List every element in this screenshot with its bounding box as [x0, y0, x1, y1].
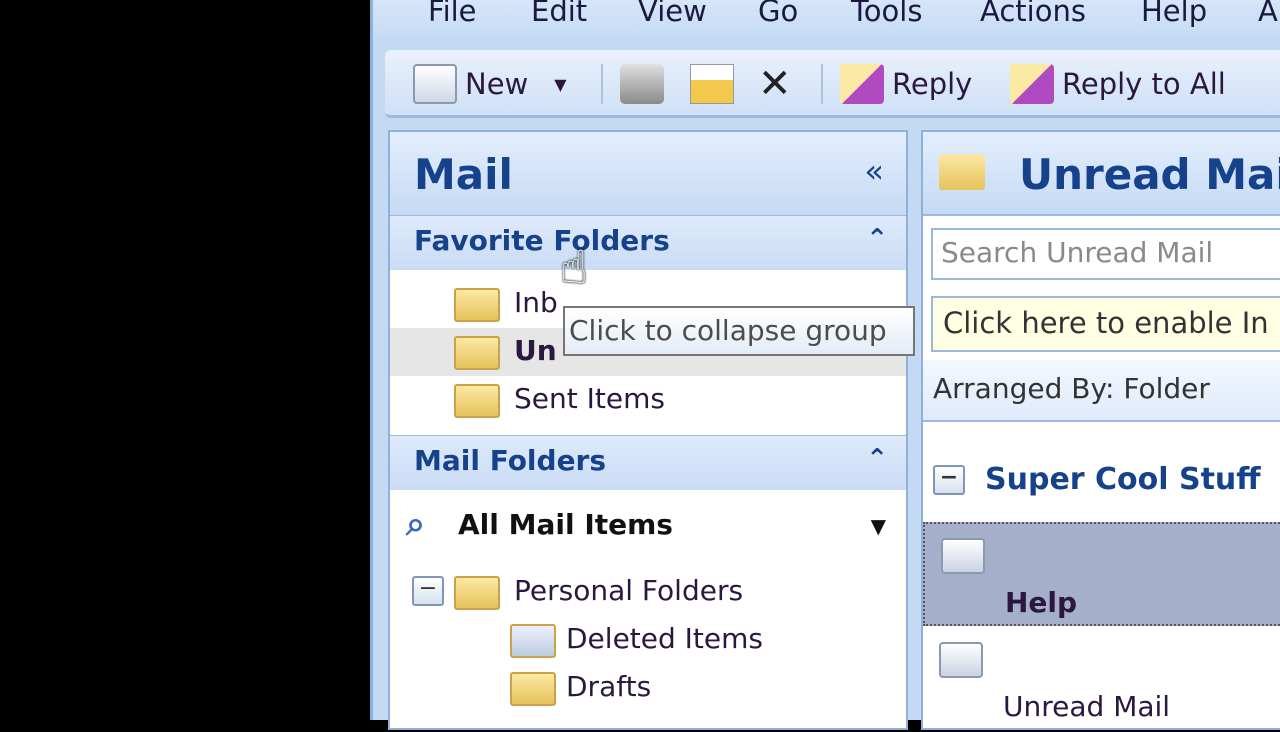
- search-folder-icon: [939, 154, 985, 190]
- message-subject: Unread Mail: [1003, 690, 1171, 723]
- nav-header: Mail «: [390, 132, 906, 216]
- tooltip: Click to collapse group: [563, 306, 915, 356]
- folder-label: Drafts: [566, 670, 652, 703]
- drafts-folder-icon: [510, 672, 556, 706]
- outlook-window: File Edit View Go Tools Actions Help A N…: [370, 0, 1280, 730]
- mail-folders-title: Mail Folders: [414, 444, 607, 477]
- folder-label: Inb: [514, 286, 558, 319]
- delete-x-icon: ✕: [758, 61, 792, 107]
- new-label: New: [465, 67, 529, 101]
- folder-header: Unread Mai: [923, 132, 1280, 216]
- move-button[interactable]: [690, 62, 734, 106]
- standard-toolbar: New ▼ ✕ Reply Reply to All: [385, 50, 1280, 118]
- printer-icon: [620, 64, 664, 104]
- favorite-folders-title: Favorite Folders: [414, 224, 670, 257]
- recycle-bin-icon: [510, 624, 556, 658]
- menu-edit[interactable]: Edit: [531, 0, 587, 28]
- instant-search-infobar[interactable]: Click here to enable In: [931, 296, 1280, 352]
- dropdown-arrow-icon[interactable]: ▼: [554, 75, 566, 94]
- unread-mail-icon: [939, 642, 983, 678]
- menu-file[interactable]: File: [428, 0, 477, 28]
- search-icon: ⌕: [406, 504, 426, 544]
- search-folder-icon: [454, 336, 500, 370]
- hand-cursor-icon: ☝: [560, 240, 589, 294]
- menu-tools[interactable]: Tools: [851, 0, 922, 28]
- folder-label: Deleted Items: [566, 622, 763, 655]
- favorite-folders-header[interactable]: Favorite Folders ⌃: [390, 216, 906, 270]
- menu-actions[interactable]: Actions: [980, 0, 1086, 28]
- menu-go[interactable]: Go: [758, 0, 798, 28]
- menu-bar: File Edit View Go Tools Actions Help A: [373, 0, 1280, 40]
- dropdown-arrow-icon[interactable]: ▼: [871, 514, 886, 538]
- folder-title: Unread Mai: [1019, 150, 1280, 199]
- menu-help[interactable]: Help: [1141, 0, 1207, 28]
- mail-folders-header[interactable]: Mail Folders ⌃: [390, 436, 906, 490]
- arranged-by-header[interactable]: Arranged By: Folder: [923, 360, 1280, 422]
- move-to-folder-icon: [690, 64, 734, 104]
- message-list-pane: Unread Mai Search Unread Mail Click here…: [921, 130, 1280, 730]
- all-mail-items-selector[interactable]: ⌕ All Mail Items ▼: [390, 490, 906, 560]
- personal-folders-icon: [454, 576, 500, 610]
- collapse-pane-button[interactable]: «: [864, 152, 884, 190]
- folder-label: Personal Folders: [514, 574, 744, 607]
- reply-icon: [840, 64, 884, 104]
- search-input[interactable]: Search Unread Mail: [931, 228, 1280, 280]
- all-mail-items-label: All Mail Items: [458, 508, 673, 541]
- message-row[interactable]: Unread Mail: [923, 628, 1280, 732]
- new-button[interactable]: New ▼: [413, 62, 567, 106]
- folder-label: Un: [514, 334, 557, 367]
- favorite-sent-items[interactable]: Sent Items: [390, 376, 906, 424]
- folder-label: Sent Items: [514, 382, 665, 415]
- navigation-pane: Mail « Favorite Folders ⌃ Inb Un Sent It…: [388, 130, 908, 730]
- inbox-folder-icon: [454, 288, 500, 322]
- menu-more[interactable]: A: [1258, 0, 1278, 28]
- tree-deleted-items[interactable]: Deleted Items: [390, 616, 906, 664]
- unread-mail-icon: [941, 538, 985, 574]
- reply-all-label: Reply to All: [1062, 67, 1226, 101]
- group-header[interactable]: − Super Cool Stuff: [923, 462, 1261, 497]
- sent-folder-icon: [454, 384, 500, 418]
- message-row-selected[interactable]: Help: [923, 522, 1280, 626]
- reply-label: Reply: [892, 67, 973, 101]
- separator: [821, 64, 823, 104]
- collapse-group-icon[interactable]: −: [933, 464, 965, 495]
- separator: [601, 64, 603, 104]
- reply-all-icon: [1010, 64, 1054, 104]
- tree-personal-folders[interactable]: − Personal Folders: [390, 568, 906, 616]
- group-label: Super Cool Stuff: [985, 462, 1261, 497]
- collapse-chevron-icon[interactable]: ⌃: [866, 224, 888, 254]
- collapse-tree-icon[interactable]: −: [412, 576, 444, 606]
- reply-button[interactable]: Reply: [840, 62, 972, 106]
- menu-view[interactable]: View: [638, 0, 707, 28]
- message-subject: Help: [1005, 586, 1078, 619]
- tree-drafts[interactable]: Drafts: [390, 664, 906, 712]
- new-mail-icon: [413, 64, 457, 104]
- reply-all-button[interactable]: Reply to All: [1010, 62, 1226, 106]
- delete-button[interactable]: ✕: [758, 61, 792, 107]
- print-button[interactable]: [620, 62, 664, 106]
- collapse-chevron-icon[interactable]: ⌃: [866, 444, 888, 474]
- nav-title: Mail: [414, 150, 513, 199]
